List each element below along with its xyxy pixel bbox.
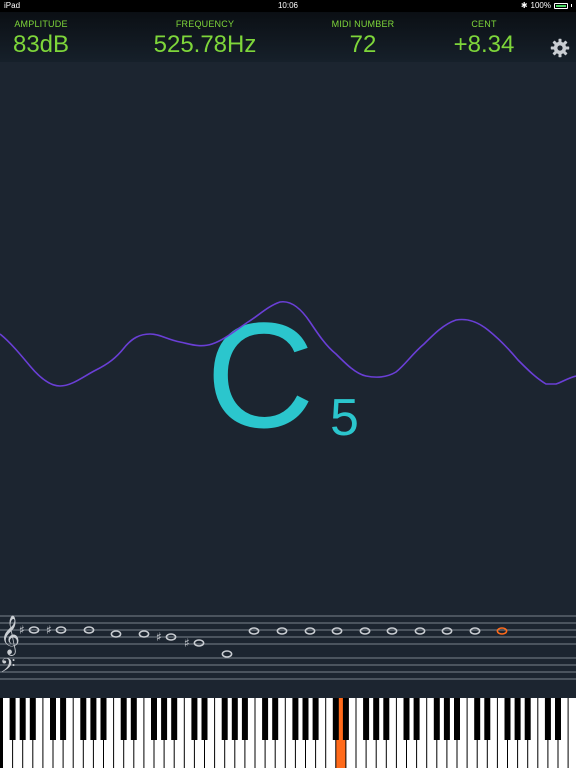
piano-black-key[interactable] bbox=[454, 698, 460, 740]
piano-black-key[interactable] bbox=[130, 698, 137, 740]
piano-black-key[interactable] bbox=[171, 698, 178, 740]
piano-black-key[interactable] bbox=[161, 698, 168, 740]
frequency-value: 525.78Hz bbox=[153, 31, 257, 58]
staff-note bbox=[248, 627, 260, 635]
piano-keyboard[interactable] bbox=[0, 698, 576, 768]
piano-black-key[interactable] bbox=[383, 698, 390, 740]
bluetooth-icon: ✱ bbox=[520, 1, 528, 10]
piano-black-key[interactable] bbox=[363, 698, 370, 740]
cent-value: +8.34 bbox=[453, 31, 515, 58]
frequency-label: FREQUENCY bbox=[175, 19, 235, 29]
amplitude-metric: AMPLITUDE 83dB bbox=[0, 12, 82, 59]
piano-black-key[interactable] bbox=[403, 698, 410, 740]
piano-black-key[interactable] bbox=[302, 698, 309, 740]
amplitude-value: 83dB bbox=[12, 31, 70, 58]
battery-percent: 100% bbox=[530, 1, 551, 10]
piano-black-key[interactable] bbox=[50, 698, 56, 740]
battery-icon bbox=[554, 2, 568, 9]
status-time: 10:06 bbox=[277, 1, 299, 10]
staff-note bbox=[110, 630, 122, 638]
staff-note bbox=[386, 627, 398, 635]
midi-label: MIDI NUMBER bbox=[331, 19, 395, 29]
staff-note bbox=[138, 630, 150, 638]
gear-icon[interactable] bbox=[550, 38, 570, 58]
waveform-line bbox=[0, 300, 576, 387]
piano-black-key[interactable] bbox=[272, 698, 279, 740]
staff-note bbox=[359, 627, 371, 635]
staff-note bbox=[441, 627, 453, 635]
piano-black-key[interactable] bbox=[373, 698, 380, 740]
piano-black-key[interactable] bbox=[413, 698, 420, 740]
piano-black-key[interactable] bbox=[221, 698, 228, 740]
staff-note bbox=[193, 639, 205, 647]
status-right: ✱ 100% bbox=[521, 1, 572, 10]
piano-black-key[interactable] bbox=[292, 698, 299, 740]
tuner-display: C 5 bbox=[0, 62, 576, 610]
piano-black-key[interactable] bbox=[524, 698, 531, 740]
midi-metric: MIDI NUMBER 72 bbox=[318, 12, 408, 59]
piano-black-key[interactable] bbox=[151, 698, 157, 740]
piano-black-key[interactable] bbox=[443, 698, 450, 740]
piano-black-key[interactable] bbox=[484, 698, 491, 740]
piano-black-key[interactable] bbox=[433, 698, 440, 740]
cent-label: CENT bbox=[471, 19, 497, 29]
staff-note bbox=[469, 627, 481, 635]
piano-black-key[interactable] bbox=[231, 698, 238, 740]
piano-black-key[interactable] bbox=[504, 698, 511, 740]
piano-black-key[interactable] bbox=[342, 698, 349, 740]
piano-black-key[interactable] bbox=[80, 698, 87, 740]
readout-panel: AMPLITUDE 83dB FREQUENCY 525.78Hz MIDI N… bbox=[0, 12, 576, 62]
treble-clef: 𝄞 bbox=[0, 615, 20, 656]
staff-note bbox=[221, 650, 233, 658]
sharp-sign: ♯ bbox=[156, 630, 162, 644]
piano-black-key[interactable] bbox=[29, 698, 36, 740]
piano-black-key[interactable] bbox=[544, 698, 551, 740]
midi-value: 72 bbox=[349, 31, 377, 58]
status-bar: iPad 10:06 ✱ 100% bbox=[0, 0, 576, 12]
piano-black-key[interactable] bbox=[474, 698, 481, 740]
amplitude-label: AMPLITUDE bbox=[14, 19, 68, 29]
piano-black-key[interactable] bbox=[332, 698, 339, 740]
sharp-sign: ♯ bbox=[19, 623, 25, 637]
piano-black-key[interactable] bbox=[90, 698, 97, 740]
sharp-sign: ♯ bbox=[184, 636, 190, 650]
piano-black-key[interactable] bbox=[262, 698, 269, 740]
piano-black-key[interactable] bbox=[60, 698, 67, 740]
current-staff-note bbox=[496, 627, 508, 635]
frequency-metric: FREQUENCY 525.78Hz bbox=[130, 12, 280, 59]
piano-black-key[interactable] bbox=[201, 698, 208, 740]
bass-clef: 𝄢 bbox=[0, 654, 15, 682]
piano-black-key[interactable] bbox=[555, 698, 561, 740]
piano-black-key[interactable] bbox=[312, 698, 319, 740]
waveform bbox=[0, 300, 576, 387]
piano-black-key[interactable] bbox=[241, 698, 248, 740]
piano-black-key[interactable] bbox=[100, 698, 107, 740]
piano-black-key[interactable] bbox=[120, 698, 127, 740]
sharp-sign: ♯ bbox=[46, 623, 52, 637]
piano-white-key[interactable] bbox=[568, 698, 576, 768]
piano-black-key[interactable] bbox=[514, 698, 521, 740]
piano-black-key[interactable] bbox=[19, 698, 26, 740]
staff-note bbox=[414, 627, 426, 635]
staff-note bbox=[276, 627, 288, 635]
cent-metric: CENT +8.34 bbox=[436, 12, 532, 59]
piano-black-key[interactable] bbox=[191, 698, 198, 740]
staff-note bbox=[304, 627, 316, 635]
staff-note bbox=[331, 627, 343, 635]
music-staff: 𝄞 𝄢 ♯ ♯ ♯ ♯ bbox=[0, 615, 576, 682]
piano-black-key[interactable] bbox=[9, 698, 16, 740]
